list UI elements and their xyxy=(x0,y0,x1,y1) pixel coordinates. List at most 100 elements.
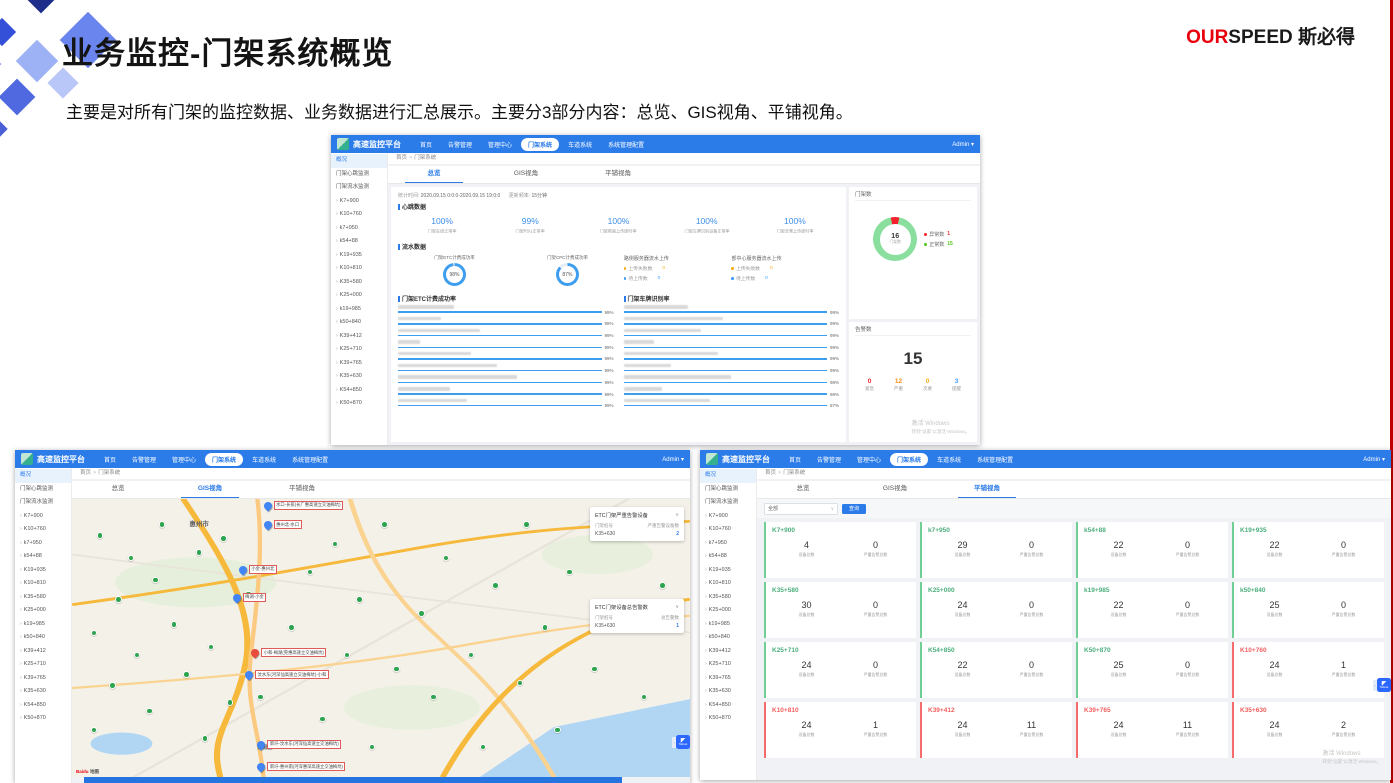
gantry-card[interactable]: K10+81024设备总数1严重告警总数 xyxy=(764,702,916,758)
admin-menu[interactable]: Admin ▾ xyxy=(952,141,974,148)
gantry-card[interactable]: K7+9004设备总数0严重告警总数 xyxy=(764,522,916,578)
green-map-pin-icon[interactable] xyxy=(109,682,116,689)
sidebar-item[interactable]: ›K35+580 xyxy=(15,591,71,605)
green-map-pin-icon[interactable] xyxy=(152,577,159,584)
sidebar-item[interactable]: 门架心跳监测 xyxy=(331,168,387,182)
nav-item-6[interactable]: 系统管理配置 xyxy=(970,453,1020,466)
sidebar-item[interactable]: ›K35+630 xyxy=(15,685,71,699)
nav-item-3[interactable]: 管理中心 xyxy=(850,453,888,466)
tab-平铺视角[interactable]: 平铺视角 xyxy=(941,481,1033,498)
sidebar-item[interactable]: ›K54+850 xyxy=(331,384,387,398)
gantry-card[interactable]: K19+93522设备总数0严重告警总数 xyxy=(1232,522,1384,578)
sidebar-item[interactable]: ›K25+710 xyxy=(15,658,71,672)
sidebar-item[interactable]: ›k19+985 xyxy=(700,618,756,632)
admin-menu[interactable]: Admin ▾ xyxy=(662,456,684,463)
sidebar-item[interactable]: ›K50+870 xyxy=(331,397,387,411)
sidebar-item[interactable]: ›k50+840 xyxy=(700,631,756,645)
sidebar-item[interactable]: 门架流水监测 xyxy=(700,496,756,510)
sidebar-item[interactable]: ›K19+935 xyxy=(331,249,387,263)
gantry-card[interactable]: K25+71024设备总数0严重告警总数 xyxy=(764,642,916,698)
green-map-pin-icon[interactable] xyxy=(492,582,499,589)
sidebar-item[interactable]: ›K7+900 xyxy=(700,510,756,524)
sidebar-item[interactable]: ›K39+765 xyxy=(700,672,756,686)
nav-item-3[interactable]: 管理中心 xyxy=(481,138,519,151)
sidebar-item[interactable]: ›K25+000 xyxy=(700,604,756,618)
tab-总览[interactable]: 总览 xyxy=(757,481,849,498)
gantry-card[interactable]: K50+87025设备总数0严重告警总数 xyxy=(1076,642,1228,698)
nav-item-1[interactable]: 首页 xyxy=(413,138,439,151)
green-map-pin-icon[interactable] xyxy=(554,727,561,734)
tab-GIS视角[interactable]: GIS视角 xyxy=(480,166,572,183)
tab-GIS视角[interactable]: GIS视角 xyxy=(164,481,256,498)
sidebar-item[interactable]: ›K54+850 xyxy=(700,699,756,713)
sidebar-item[interactable]: ›K25+000 xyxy=(331,289,387,303)
nav-item-6[interactable]: 系统管理配置 xyxy=(285,453,335,466)
chevron-down-icon[interactable]: ∨ xyxy=(675,512,679,518)
sidebar-item[interactable]: ›K10+760 xyxy=(700,523,756,537)
gantry-card[interactable]: k50+84025设备总数0严重告警总数 xyxy=(1232,582,1384,638)
tab-总览[interactable]: 总览 xyxy=(72,481,164,498)
sidebar-item[interactable]: ›K50+870 xyxy=(15,712,71,726)
sidebar-item[interactable]: ›k19+985 xyxy=(15,618,71,632)
sidebar-item[interactable]: 门架流水监测 xyxy=(15,496,71,510)
gantry-card[interactable]: K35+58030设备总数0严重告警总数 xyxy=(764,582,916,638)
nav-item-6[interactable]: 系统管理配置 xyxy=(601,138,651,151)
todesk-icon[interactable]: ◤ToDesk xyxy=(676,735,690,749)
gantry-card[interactable]: K39+41224设备总数11严重告警总数 xyxy=(920,702,1072,758)
green-map-pin-icon[interactable] xyxy=(91,630,98,637)
gantry-card[interactable]: K54+85022设备总数0严重告警总数 xyxy=(920,642,1072,698)
sidebar-item[interactable]: 概况 xyxy=(700,469,756,483)
search-button[interactable]: 查询 xyxy=(842,504,866,514)
green-map-pin-icon[interactable] xyxy=(659,582,666,589)
sidebar-item[interactable]: ›k50+840 xyxy=(331,316,387,330)
green-map-pin-icon[interactable] xyxy=(393,666,400,673)
sidebar-item[interactable]: ›K25+710 xyxy=(700,658,756,672)
sidebar-item[interactable]: ›K19+935 xyxy=(15,564,71,578)
green-map-pin-icon[interactable] xyxy=(220,535,227,542)
sidebar-item[interactable]: ›K19+935 xyxy=(700,564,756,578)
green-map-pin-icon[interactable] xyxy=(128,555,135,562)
sidebar-item[interactable]: ›K35+580 xyxy=(331,276,387,290)
gantry-card[interactable]: k19+98522设备总数0严重告警总数 xyxy=(1076,582,1228,638)
gantry-card[interactable]: k54+8822设备总数0严重告警总数 xyxy=(1076,522,1228,578)
chevron-down-icon[interactable]: ∨ xyxy=(675,604,679,610)
sidebar-item[interactable]: ›K39+412 xyxy=(700,645,756,659)
sidebar-item[interactable]: ›K25+000 xyxy=(15,604,71,618)
green-map-pin-icon[interactable] xyxy=(591,666,598,673)
sidebar-item[interactable]: ›K10+810 xyxy=(15,577,71,591)
green-map-pin-icon[interactable] xyxy=(202,735,209,742)
sidebar-item[interactable]: ›k54+88 xyxy=(700,550,756,564)
sidebar-item[interactable]: ›k50+840 xyxy=(15,631,71,645)
tab-平铺视角[interactable]: 平铺视角 xyxy=(256,481,348,498)
sidebar-item[interactable]: 概况 xyxy=(331,154,387,168)
green-map-pin-icon[interactable] xyxy=(356,596,363,603)
sidebar-item[interactable]: ›k7+950 xyxy=(15,537,71,551)
sidebar-item[interactable]: ›K50+870 xyxy=(700,712,756,726)
todesk-widget[interactable]: ‹ ◤ToDesk xyxy=(1373,678,1391,692)
nav-item-5[interactable]: 车道系统 xyxy=(930,453,968,466)
sidebar-item[interactable]: 门架心跳监测 xyxy=(700,483,756,497)
sidebar-item[interactable]: ›K54+850 xyxy=(15,699,71,713)
green-map-pin-icon[interactable] xyxy=(542,624,549,631)
green-map-pin-icon[interactable] xyxy=(183,671,190,678)
sidebar-item[interactable]: 门架心跳监测 xyxy=(15,483,71,497)
gis-map[interactable]: ETC门架严重告警设备∨ 门架桩号严重告警设备数 K35+6302 ETC门架设… xyxy=(72,499,690,777)
nav-item-4[interactable]: 门架系统 xyxy=(890,453,928,466)
green-map-pin-icon[interactable] xyxy=(257,694,264,701)
tab-平铺视角[interactable]: 平铺视角 xyxy=(572,166,664,183)
sidebar-item[interactable]: ›k7+950 xyxy=(700,537,756,551)
critical-alarm-device-panel[interactable]: ETC门架严重告警设备∨ 门架桩号严重告警设备数 K35+6302 xyxy=(590,507,684,541)
green-map-pin-icon[interactable] xyxy=(159,521,166,528)
nav-item-5[interactable]: 车道系统 xyxy=(561,138,599,151)
sidebar-item[interactable]: ›K10+760 xyxy=(331,208,387,222)
sidebar-item[interactable]: 门架流水监测 xyxy=(331,181,387,195)
tab-GIS视角[interactable]: GIS视角 xyxy=(849,481,941,498)
nav-item-2[interactable]: 告警管理 xyxy=(441,138,479,151)
green-map-pin-icon[interactable] xyxy=(115,596,122,603)
green-map-pin-icon[interactable] xyxy=(381,521,388,528)
green-map-pin-icon[interactable] xyxy=(430,694,437,701)
sidebar-item[interactable]: ›K10+810 xyxy=(700,577,756,591)
nav-item-4[interactable]: 门架系统 xyxy=(205,453,243,466)
filter-select[interactable]: 全部∨ xyxy=(764,503,838,515)
sidebar-item[interactable]: ›K25+710 xyxy=(331,343,387,357)
